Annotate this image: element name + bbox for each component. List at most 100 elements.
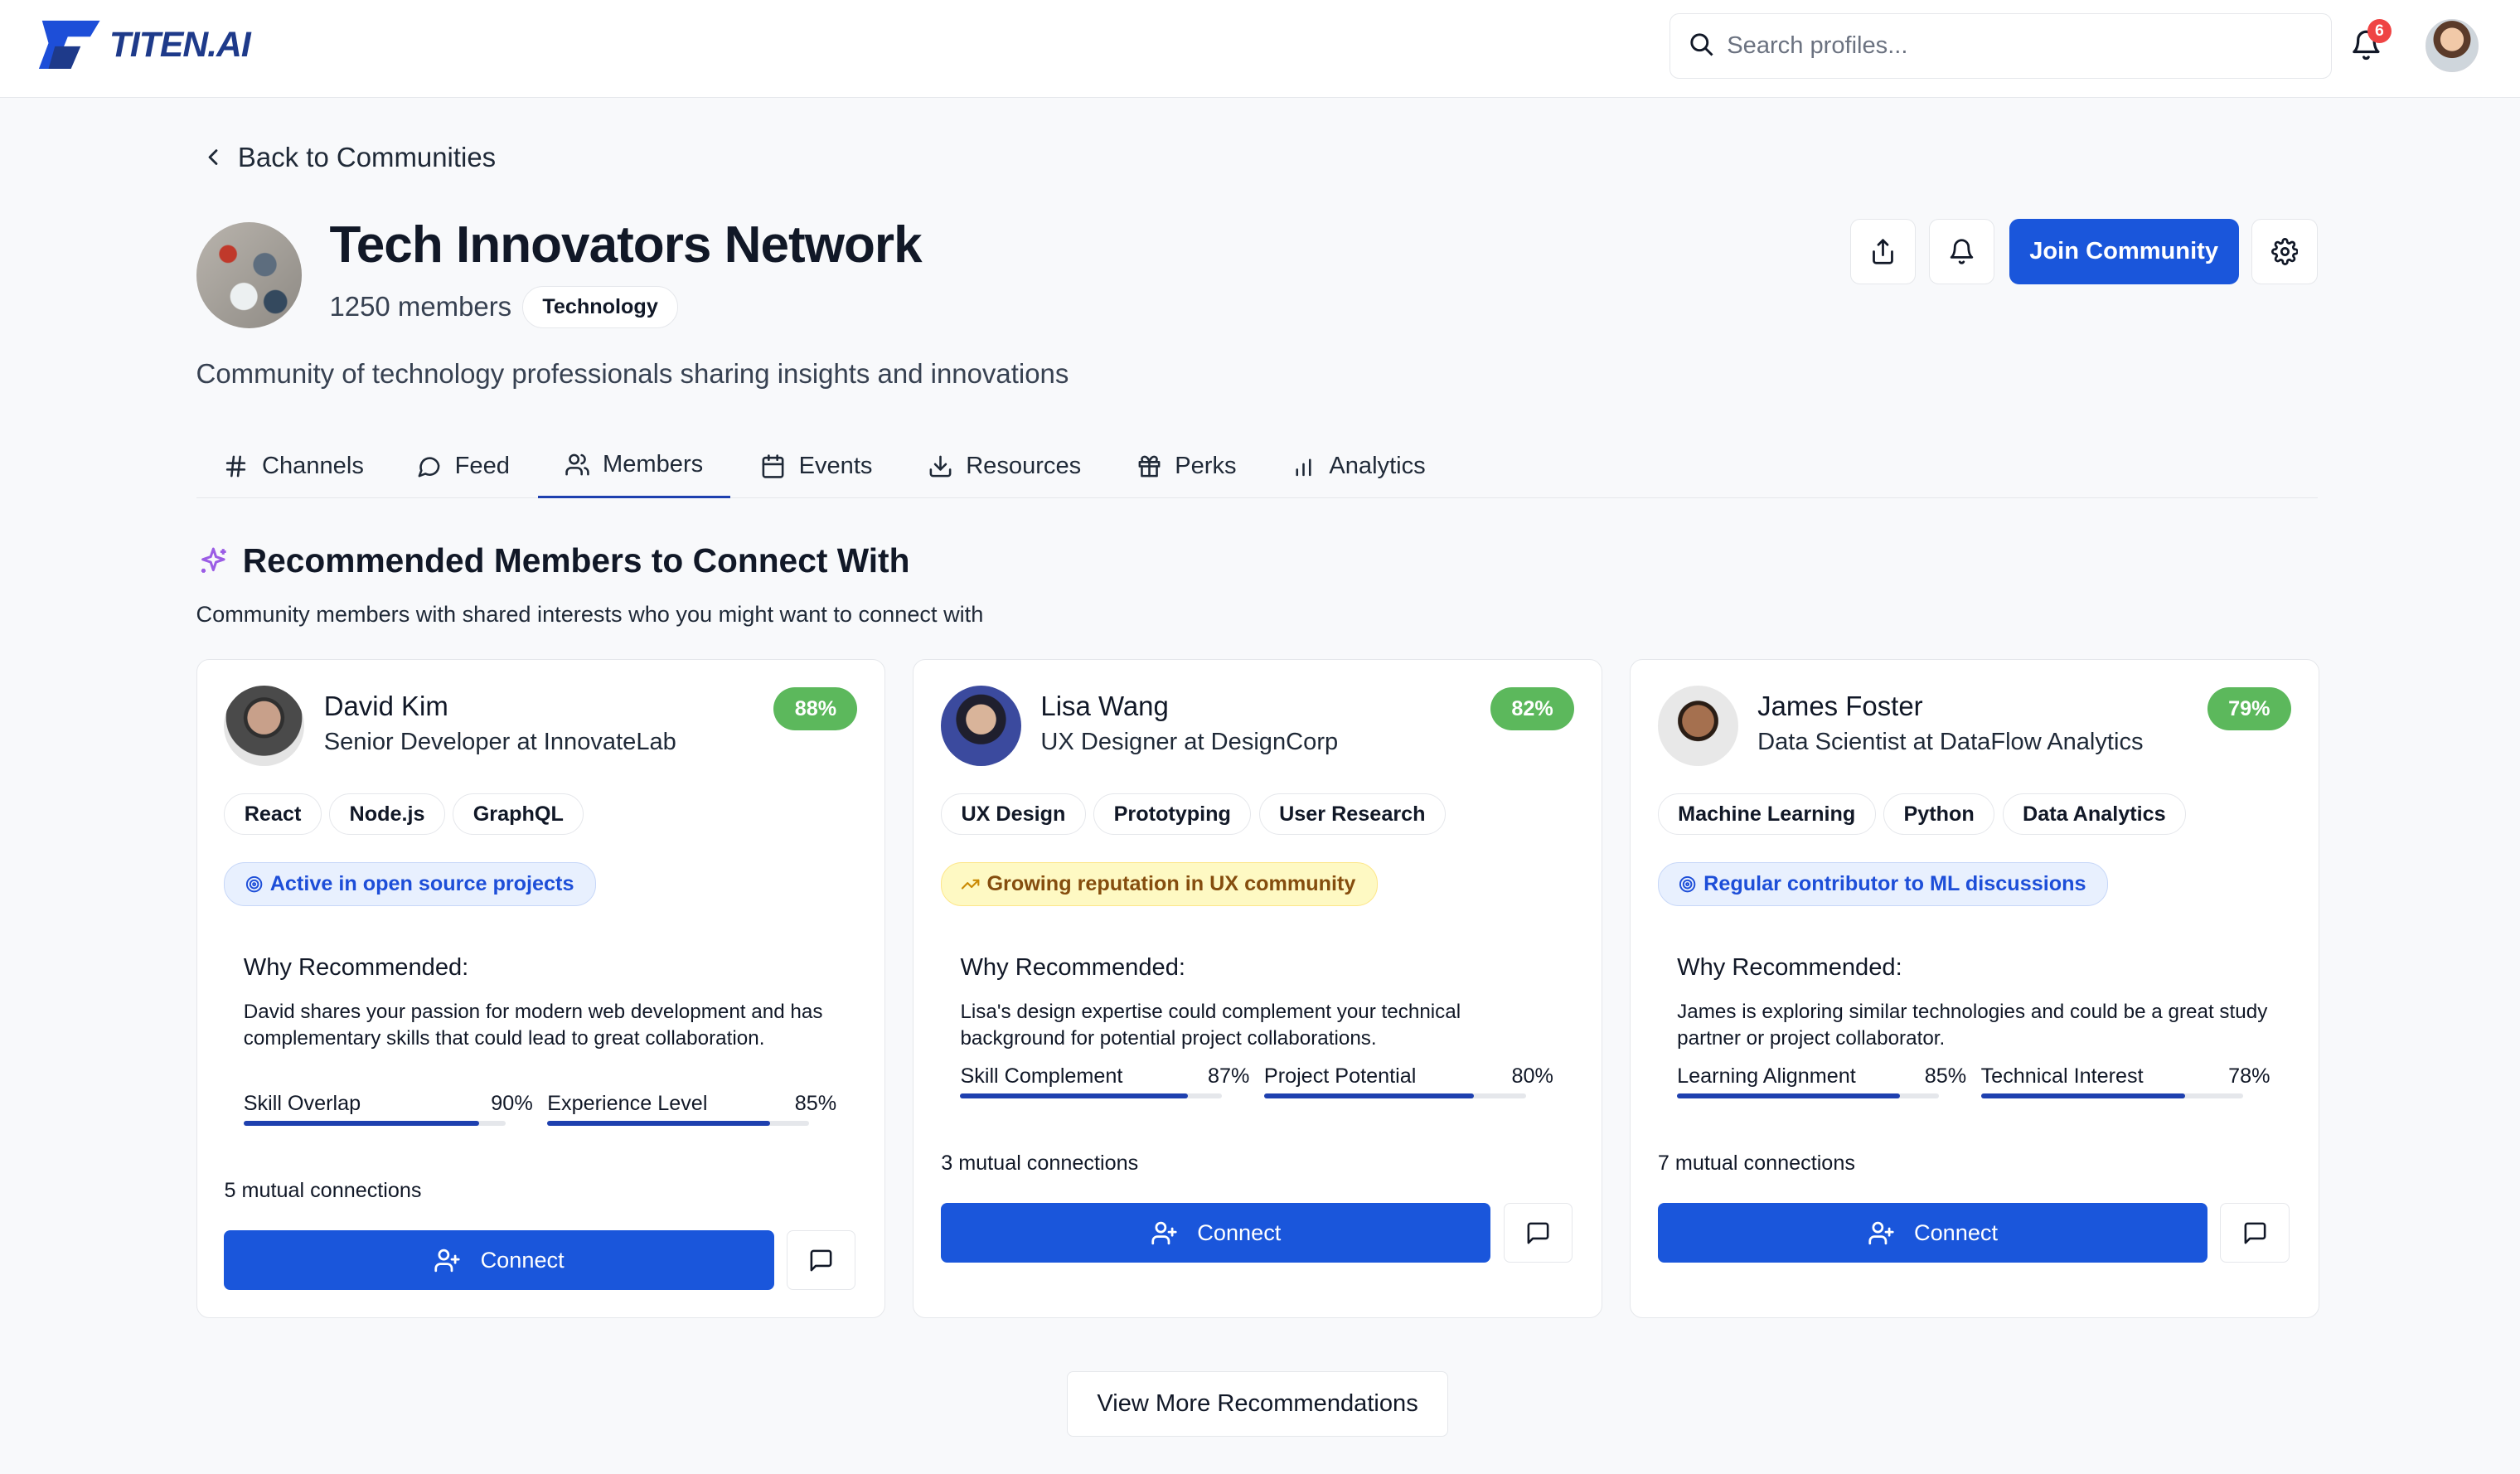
join-community-button[interactable]: Join Community <box>2009 218 2239 285</box>
chat-bubble-icon <box>418 457 440 478</box>
member-card: James Foster Data Scientist at DataFlow … <box>1629 658 2319 1318</box>
connect-button[interactable]: Connect <box>941 1203 1491 1263</box>
search-box[interactable] <box>1670 12 2333 79</box>
metric-bar <box>1980 1093 2243 1099</box>
why-recommended-title: Why Recommended: <box>243 953 469 981</box>
tab-resources[interactable]: Resources <box>928 434 1081 498</box>
logo[interactable]: TITEN.AI <box>36 17 251 72</box>
top-bar: TITEN.AI 6 <box>0 0 2520 99</box>
match-badge: 79% <box>2207 686 2291 731</box>
back-link[interactable]: Back to Communities <box>202 142 496 173</box>
highlight-text: Active in open source projects <box>269 872 574 896</box>
trending-up-icon <box>962 879 980 890</box>
bell-icon <box>1950 239 1974 264</box>
member-card: Lisa Wang UX Designer at DesignCorp 82% … <box>913 658 1602 1318</box>
metric-fill <box>547 1121 770 1127</box>
why-recommended-text: James is exploring similar technologies … <box>1677 1000 2268 1050</box>
metric-label: Skill Overlap <box>243 1092 361 1116</box>
skill-tags: Machine Learning Python Data Analytics <box>1657 793 2186 836</box>
share-button[interactable] <box>1849 218 1917 285</box>
tab-events[interactable]: Events <box>760 434 872 498</box>
user-plus-icon <box>1151 1221 1177 1244</box>
metric-label: Project Potential <box>1263 1064 1417 1089</box>
settings-button[interactable] <box>2251 218 2318 285</box>
tab-feed[interactable]: Feed <box>416 434 510 498</box>
search-icon <box>1690 33 1713 56</box>
connect-button[interactable]: Connect <box>1657 1203 2207 1263</box>
connect-label: Connect <box>1914 1219 1999 1246</box>
connect-label: Connect <box>480 1247 565 1273</box>
metric-fill <box>1263 1093 1474 1099</box>
message-button[interactable] <box>787 1230 856 1290</box>
sparkles-icon <box>201 547 226 573</box>
user-avatar[interactable] <box>2425 19 2479 73</box>
metric-label: Skill Complement <box>960 1064 1123 1089</box>
message-square-icon <box>2244 1222 2266 1244</box>
community-description: Community of technology professionals sh… <box>196 358 1069 390</box>
logo-text: TITEN.AI <box>109 24 251 65</box>
metric: Skill Complement 87% <box>960 1064 1250 1099</box>
skill-tag: Prototyping <box>1093 793 1252 836</box>
tab-perks[interactable]: Perks <box>1136 434 1237 498</box>
connect-button[interactable]: Connect <box>224 1230 774 1290</box>
skill-tag: User Research <box>1258 793 1446 836</box>
highlight-text: Growing reputation in UX community <box>986 872 1356 896</box>
tab-label: Events <box>798 452 873 479</box>
metric: Technical Interest 78% <box>1980 1064 2270 1099</box>
message-square-icon <box>810 1249 832 1271</box>
skill-tags: UX Design Prototyping User Research <box>941 793 1446 836</box>
member-role: Senior Developer at InnovateLab <box>323 729 676 756</box>
metric-fill <box>960 1093 1189 1099</box>
member-avatar <box>941 685 1022 766</box>
skill-tag: Python <box>1883 793 1995 836</box>
tab-members[interactable]: Members <box>538 434 731 499</box>
metric-label: Experience Level <box>547 1092 708 1116</box>
member-name[interactable]: James Foster <box>1757 691 1923 722</box>
gear-icon <box>2270 238 2299 265</box>
search-input[interactable] <box>1723 30 2309 61</box>
tab-channels[interactable]: Channels <box>223 434 364 498</box>
notify-button[interactable] <box>1928 218 1995 285</box>
member-role: Data Scientist at DataFlow Analytics <box>1757 729 2144 756</box>
member-name[interactable]: David Kim <box>324 691 448 722</box>
why-recommended-title: Why Recommended: <box>960 953 1185 981</box>
metric: Skill Overlap 90% <box>243 1092 533 1127</box>
message-button[interactable] <box>1503 1203 1573 1263</box>
match-badge: 88% <box>773 686 858 731</box>
metric-bar <box>1677 1093 1940 1099</box>
skill-tags: React Node.js GraphQL <box>224 793 584 836</box>
app-root: TITEN.AI 6 Back to Communities Tech Inno… <box>0 0 2520 1474</box>
metric-value: 85% <box>1924 1064 1967 1089</box>
calendar-icon <box>762 454 784 478</box>
gift-icon <box>1138 455 1161 478</box>
metric-value: 87% <box>1208 1064 1250 1089</box>
message-button[interactable] <box>2220 1203 2290 1263</box>
tab-label: Feed <box>454 452 510 479</box>
hash-icon <box>226 455 246 478</box>
metric-label: Learning Alignment <box>1677 1064 1856 1089</box>
metric: Project Potential 80% <box>1263 1064 1553 1099</box>
member-name[interactable]: Lisa Wang <box>1040 691 1168 722</box>
community-image <box>196 221 303 328</box>
logo-mark-icon <box>38 21 100 70</box>
metric-bar <box>960 1093 1223 1099</box>
mutual-connections: 3 mutual connections <box>941 1152 1139 1176</box>
metric-fill <box>243 1121 480 1127</box>
mutual-connections: 7 mutual connections <box>1657 1152 1855 1176</box>
metric-bar <box>1263 1093 1526 1099</box>
metric: Experience Level 85% <box>547 1092 836 1127</box>
tab-analytics[interactable]: Analytics <box>1291 434 1426 498</box>
highlight-badge: Growing reputation in UX community <box>941 862 1378 906</box>
tab-label: Perks <box>1175 452 1237 479</box>
metric-bar <box>547 1121 810 1127</box>
skill-tag: Node.js <box>329 793 445 836</box>
share-icon <box>1872 239 1893 264</box>
section-title: Recommended Members to Connect With <box>196 541 909 580</box>
category-badge: Technology <box>522 286 679 328</box>
community-title: Tech Innovators Network <box>329 216 922 274</box>
metric-fill <box>1677 1093 1900 1099</box>
user-plus-icon <box>1868 1221 1894 1244</box>
message-square-icon <box>1527 1222 1549 1244</box>
why-recommended-text: Lisa's design expertise could complement… <box>960 1000 1461 1050</box>
view-more-button[interactable]: View More Recommendations <box>1067 1370 1448 1438</box>
